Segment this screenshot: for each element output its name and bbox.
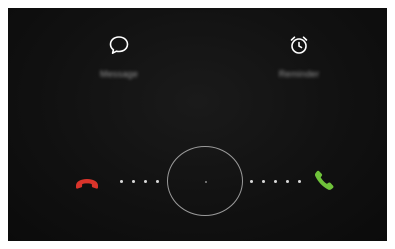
speech-bubble-icon xyxy=(109,36,129,54)
message-quick-action[interactable]: Message xyxy=(79,34,159,79)
slide-handle-ring[interactable] xyxy=(167,146,243,216)
reminder-label: Reminder xyxy=(278,69,320,79)
slider-dot xyxy=(298,180,301,183)
message-label: Message xyxy=(100,69,138,79)
answer-slider[interactable] xyxy=(8,146,387,216)
screenshot-frame: Message Reminder xyxy=(0,0,395,249)
alarm-clock-icon xyxy=(290,36,308,54)
incoming-call-screen: Message Reminder xyxy=(8,8,387,241)
reminder-quick-action[interactable]: Reminder xyxy=(259,34,339,79)
slider-dot xyxy=(250,180,253,183)
slider-dot xyxy=(120,180,123,183)
slider-dot xyxy=(262,180,265,183)
phone-hangup-icon[interactable] xyxy=(74,170,100,196)
ring-center-dot xyxy=(205,181,207,183)
slider-dot xyxy=(274,180,277,183)
slider-dot xyxy=(156,180,159,183)
phone-answer-icon[interactable] xyxy=(313,168,339,194)
slider-dot xyxy=(144,180,147,183)
slider-dot xyxy=(132,180,135,183)
slider-dot xyxy=(286,180,289,183)
